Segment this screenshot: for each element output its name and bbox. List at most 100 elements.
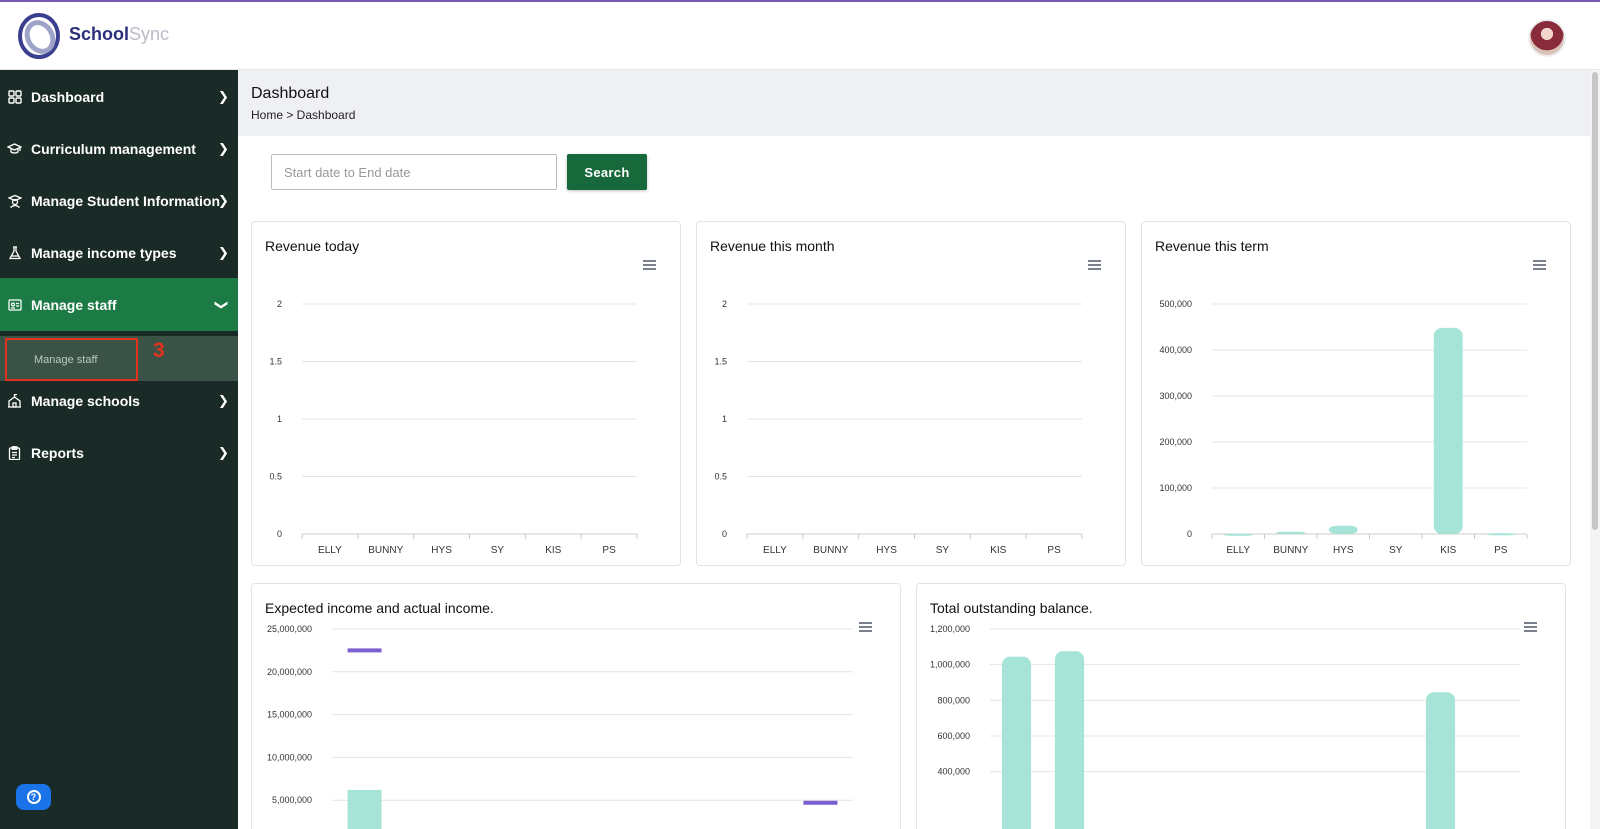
sidebar-item-income-types[interactable]: Manage income types ❯ [0, 226, 238, 279]
sidebar-item-student-information[interactable]: Manage Student Information ❯ [0, 174, 238, 227]
question-icon: ? [26, 790, 41, 804]
main-content: Dashboard Home > Dashboard Start date to… [238, 70, 1590, 829]
breadcrumb[interactable]: Home > Dashboard [251, 108, 355, 122]
chevron-right-icon: ❯ [218, 244, 229, 260]
y-tick-label: 10,000,000 [267, 752, 312, 762]
y-tick-label: 1 [277, 414, 282, 424]
bar [1223, 533, 1253, 536]
app-header: SchoolSync [0, 2, 1600, 70]
x-tick-label: SY [491, 545, 505, 556]
school-icon [7, 393, 22, 408]
sidebar-item-label: Manage Student Information [31, 192, 220, 209]
search-button[interactable]: Search [567, 154, 647, 190]
user-avatar[interactable] [1528, 19, 1566, 57]
y-tick-label: 800,000 [937, 695, 970, 705]
x-tick-label: SY [1389, 545, 1403, 556]
sidebar-item-curriculum[interactable]: Curriculum management ❯ [0, 122, 238, 175]
chart-expected-actual: 5,000,000 10,000,000 15,000,000 20,000,000 2… [267, 624, 853, 829]
x-tick-label: ELLY [763, 545, 787, 556]
chart-card-revenue-month: Revenue this month 0 0.5 1 1.5 2 ELLY BUNNY HYS… [696, 221, 1126, 566]
y-tick-label: 1,000,000 [930, 660, 970, 670]
brand-part-school: School [69, 24, 130, 44]
y-tick-label: 1.5 [714, 357, 727, 367]
bar [1054, 651, 1085, 829]
clipboard-icon [7, 445, 22, 460]
sidebar-item-manage-staff[interactable]: Manage staff ❯ [0, 278, 238, 331]
sidebar-item-label: Reports [31, 444, 84, 461]
marker-expected-income [347, 648, 382, 653]
sidebar-item-label: Dashboard [31, 88, 105, 105]
x-tick-label: HYS [431, 545, 452, 556]
y-tick-label: 0.5 [269, 472, 282, 482]
bar [1276, 531, 1306, 534]
graduation-cap-icon [7, 141, 22, 156]
bar [1328, 525, 1358, 534]
x-tick-label: BUNNY [1273, 545, 1308, 556]
x-tick-label: PS [1047, 545, 1061, 556]
page-header: Dashboard Home > Dashboard [238, 70, 1590, 136]
y-tick-label: 2 [722, 299, 727, 309]
page-title: Dashboard [251, 85, 330, 102]
chevron-right-icon: ❯ [218, 140, 229, 156]
chart-outstanding-balance: 400,000 600,000 800,000 1,000,000 1,200,000 [930, 624, 1520, 829]
y-tick-label: 15,000,000 [267, 710, 312, 720]
chevron-right-icon: ❯ [218, 192, 229, 208]
y-tick-label: 1.5 [269, 357, 282, 367]
y-tick-label: 300,000 [1159, 391, 1192, 401]
y-tick-label: 100,000 [1159, 483, 1192, 493]
y-tick-label: 1,200,000 [930, 624, 970, 634]
y-tick-label: 0 [1187, 529, 1192, 539]
x-tick-label: ELLY [318, 545, 342, 556]
y-tick-label: 0.5 [714, 472, 727, 482]
bar-actual-income [347, 789, 382, 829]
bar [1425, 692, 1456, 829]
y-tick-label: 500,000 [1159, 299, 1192, 309]
sidebar-item-dashboard[interactable]: Dashboard ❯ [0, 70, 238, 123]
y-tick-label: 1 [722, 414, 727, 424]
grid-icon [7, 89, 22, 104]
x-tick-label: ELLY [1226, 545, 1250, 556]
student-icon [7, 193, 22, 208]
sidebar-item-label: Manage schools [31, 392, 140, 409]
annotation-number: 3 [153, 339, 165, 362]
brand-name[interactable]: SchoolSync [69, 24, 169, 45]
sidebar-item-manage-schools[interactable]: Manage schools ❯ [0, 374, 238, 427]
y-tick-label: 400,000 [937, 767, 970, 777]
date-range-input[interactable]: Start date to End date [271, 154, 557, 190]
x-tick-label: SY [936, 545, 950, 556]
x-tick-label: KIS [545, 545, 561, 556]
sidebar-item-reports[interactable]: Reports ❯ [0, 426, 238, 479]
id-card-icon [7, 297, 22, 312]
x-tick-label: BUNNY [813, 545, 848, 556]
help-button[interactable]: ? [16, 784, 51, 810]
y-tick-label: 400,000 [1159, 345, 1192, 355]
chart-card-expected-actual: Expected income and actual income. 5,000… [251, 583, 901, 829]
x-tick-label: PS [1494, 545, 1508, 556]
scrollbar-thumb[interactable] [1592, 72, 1598, 530]
chevron-down-icon: ❯ [214, 299, 230, 310]
brand-part-sync: Sync [129, 24, 170, 44]
chart-card-revenue-today: Revenue today 0 0.5 1 1.5 2 ELLY BUNNY HYS SY KIS… [251, 221, 681, 566]
y-tick-label: 200,000 [1159, 437, 1192, 447]
sidebar-item-label: Manage income types [31, 244, 177, 261]
y-tick-label: 0 [277, 529, 282, 539]
chart-revenue-term: 0 100,000 200,000 300,000 400,000 500,000 ELLY… [1159, 299, 1528, 556]
flask-icon [7, 245, 22, 260]
y-tick-label: 0 [722, 529, 727, 539]
page-scrollbar[interactable] [1590, 70, 1600, 829]
bar [1486, 533, 1516, 536]
chevron-right-icon: ❯ [218, 444, 229, 460]
y-tick-label: 25,000,000 [267, 624, 312, 634]
x-tick-label: HYS [876, 545, 897, 556]
schoolsync-logo-icon[interactable] [16, 12, 62, 60]
sidebar-item-label: Curriculum management [31, 140, 196, 157]
x-tick-label: PS [602, 545, 616, 556]
marker-expected-income [803, 800, 838, 805]
chart-revenue-month: 0 0.5 1 1.5 2 ELLY BUNNY HYS SY KIS PS [714, 299, 1083, 556]
y-tick-label: 600,000 [937, 731, 970, 741]
bar [1001, 656, 1032, 829]
x-tick-label: HYS [1333, 545, 1354, 556]
x-tick-label: KIS [990, 545, 1006, 556]
bar [1433, 327, 1463, 534]
y-tick-label: 20,000,000 [267, 667, 312, 677]
